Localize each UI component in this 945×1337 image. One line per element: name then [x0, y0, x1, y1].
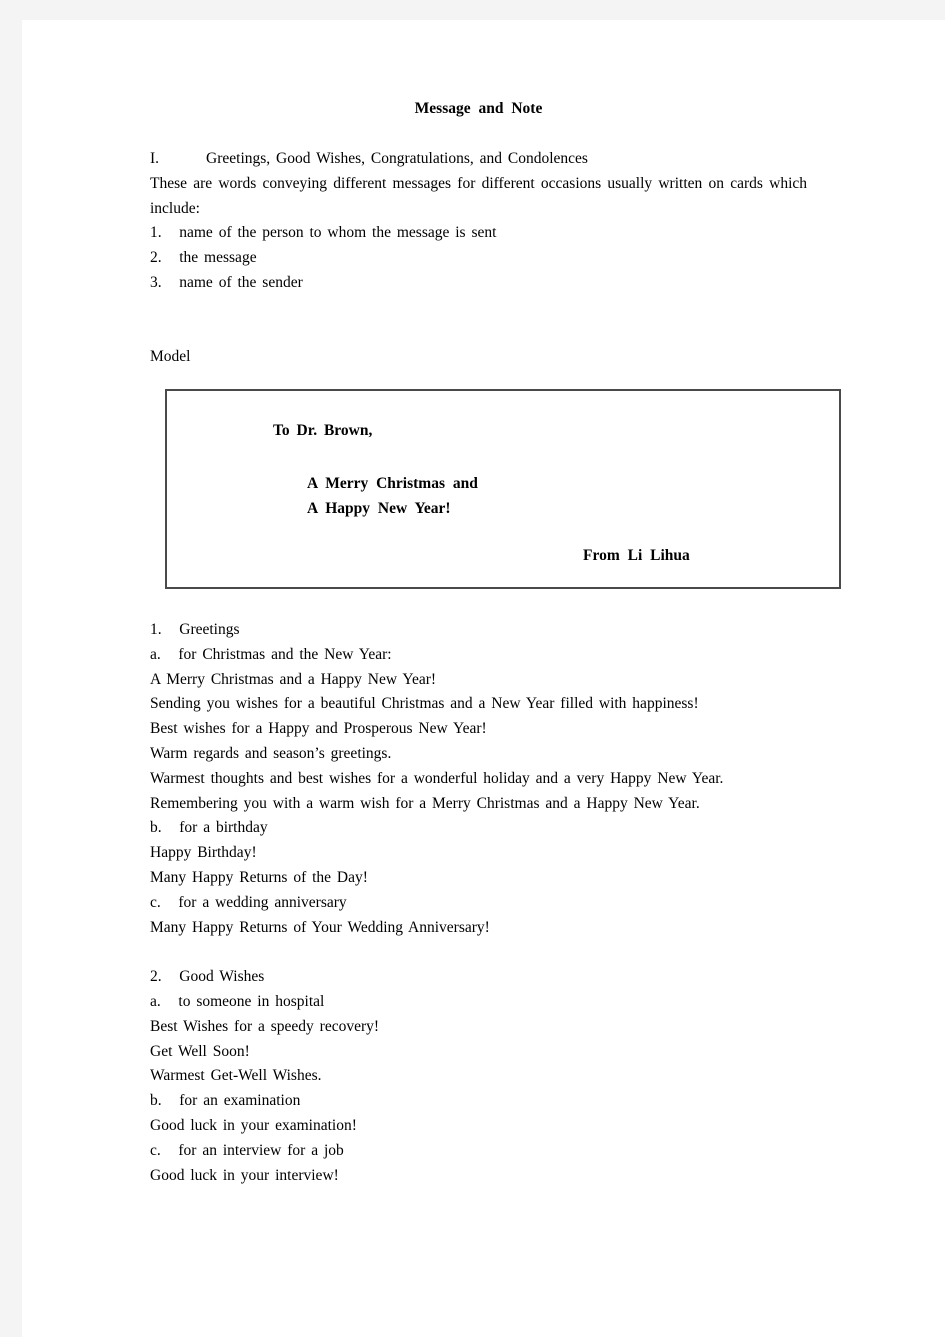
- requirement-item-1-text: name of the person to whom the message i…: [179, 224, 497, 242]
- greeting-line: Sending you wishes for a beautiful Chris…: [150, 695, 699, 713]
- item-space: [162, 819, 180, 836]
- spacer-before-model: [150, 296, 807, 321]
- card-salutation: To Dr. Brown,: [273, 422, 373, 439]
- requirement-item-3: 3. name of the sender: [150, 271, 807, 296]
- sub-b-label: for a birthday: [179, 819, 268, 837]
- section-2-heading-text: Good Wishes: [179, 968, 265, 986]
- greeting-line: A Merry Christmas and a Happy New Year!: [150, 670, 437, 688]
- model-card: To Dr. Brown, A Merry Christmas and A Ha…: [165, 389, 841, 589]
- card-message-line-2: A Happy New Year!: [307, 499, 451, 517]
- item-space: [161, 646, 179, 663]
- wish-line: Good luck in your examination!: [150, 1116, 357, 1134]
- item-space: [162, 274, 180, 291]
- item-space: [161, 1142, 179, 1159]
- document-page: Message and Note I. Greetings, Good Wish…: [22, 20, 945, 1337]
- section-2-sub-b: b. for an examination: [150, 1089, 807, 1114]
- greeting-line: Happy Birthday!: [150, 844, 257, 862]
- item-space: [162, 1092, 180, 1109]
- section-1-heading-text: Greetings: [179, 621, 240, 638]
- sub-a-letter: a.: [150, 992, 161, 1010]
- greeting-line: Many Happy Returns of Your Wedding Anniv…: [150, 918, 490, 936]
- sub-c-letter: c.: [150, 1141, 161, 1159]
- roman-tab-space: [159, 150, 206, 167]
- roman-heading-text: Greetings, Good Wishes, Congratulations,…: [206, 150, 588, 167]
- wish-line: Warmest Get-Well Wishes.: [150, 1067, 322, 1085]
- document-lower-content: 1. Greetings a. for Christmas and the Ne…: [150, 618, 807, 1188]
- section-1-sub-c: c. for a wedding anniversary: [150, 891, 807, 916]
- requirement-item-3-number: 3.: [150, 273, 162, 291]
- requirement-item-1: 1. name of the person to whom the messag…: [150, 221, 807, 246]
- section-1-number: 1.: [150, 621, 162, 638]
- roman-numeral-label: I.: [150, 150, 160, 167]
- requirement-item-3-text: name of the sender: [179, 273, 303, 291]
- card-message-line-1: A Merry Christmas and: [307, 475, 478, 492]
- sub-b-letter: b.: [150, 1092, 162, 1110]
- document-upper-content: Message and Note I. Greetings, Good Wish…: [150, 98, 807, 370]
- sub-a-letter: a.: [150, 645, 161, 663]
- spacer-between-sections: [150, 940, 807, 965]
- section-1-sub-a: a. for Christmas and the New Year:: [150, 643, 807, 668]
- item-space: [162, 224, 180, 241]
- greeting-line: Warm regards and season’s greetings.: [150, 744, 392, 762]
- wish-line: Get Well Soon!: [150, 1042, 250, 1060]
- wish-line: Good luck in your interview!: [150, 1166, 339, 1184]
- item-space: [161, 894, 179, 911]
- requirement-item-1-number: 1.: [150, 224, 162, 242]
- greeting-line: Remembering you with a warm wish for a M…: [150, 794, 700, 812]
- section-1-sub-b: b. for a birthday: [150, 816, 807, 841]
- title-spacer: [150, 120, 807, 147]
- item-space: [161, 993, 179, 1010]
- sub-c-label: for an interview for a job: [178, 1141, 344, 1159]
- greeting-line: Many Happy Returns of the Day!: [150, 868, 368, 886]
- sub-c-letter: c.: [150, 893, 161, 911]
- spacer-before-model-2: [150, 321, 807, 346]
- section-2-sub-c: c. for an interview for a job: [150, 1139, 807, 1164]
- sub-a-label: to someone in hospital: [178, 992, 325, 1010]
- roman-section-heading: I. Greetings, Good Wishes, Congratulatio…: [150, 147, 807, 172]
- section-2-heading: 2. Good Wishes: [150, 965, 807, 990]
- greeting-line: Warmest thoughts and best wishes for a w…: [150, 769, 724, 787]
- page-title: Message and Note: [414, 100, 543, 117]
- section-2-number: 2.: [150, 968, 162, 986]
- requirement-item-2: 2. the message: [150, 246, 807, 271]
- section-1-heading: 1. Greetings: [150, 618, 807, 643]
- card-message: A Merry Christmas and A Happy New Year!: [307, 472, 478, 521]
- sub-a-label: for Christmas and the New Year:: [178, 645, 392, 663]
- intro-paragraph: These are words conveying different mess…: [150, 174, 807, 217]
- wish-line: Best Wishes for a speedy recovery!: [150, 1017, 380, 1035]
- section-2-sub-a: a. to someone in hospital: [150, 990, 807, 1015]
- sub-b-letter: b.: [150, 819, 162, 837]
- item-space: [162, 621, 180, 638]
- sub-b-label: for an examination: [179, 1092, 301, 1110]
- item-space: [162, 249, 180, 266]
- requirement-item-2-text: the message: [179, 249, 257, 267]
- sub-c-label: for a wedding anniversary: [178, 893, 347, 911]
- requirement-item-2-number: 2.: [150, 249, 162, 267]
- card-signature: From Li Lihua: [583, 547, 690, 564]
- item-space: [162, 968, 180, 985]
- greeting-line: Best wishes for a Happy and Prosperous N…: [150, 720, 487, 738]
- model-label: Model: [150, 348, 191, 366]
